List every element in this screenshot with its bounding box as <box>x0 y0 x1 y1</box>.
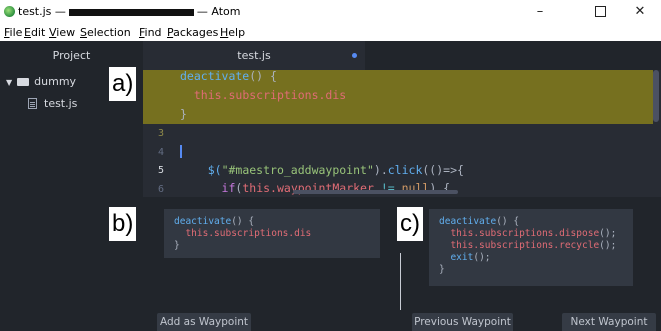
window-title: test.js — — Atom <box>18 5 241 18</box>
menu-help[interactable]: Help <box>220 26 245 39</box>
token: (()=>{ <box>422 163 464 177</box>
title-bar: test.js — — Atom – ✕ <box>0 0 661 24</box>
modified-dot-icon <box>352 53 357 58</box>
menu-bar: File Edit View Selection Find Packages H… <box>0 24 661 41</box>
folder-label: dummy <box>34 75 77 88</box>
horizontal-scrollbar[interactable] <box>293 190 458 194</box>
tab-bar: test.js <box>143 41 661 70</box>
title-file: test.js — <box>18 5 66 18</box>
file-label: test.js <box>44 97 78 110</box>
token: deactivate <box>174 216 232 227</box>
title-app: — Atom <box>196 5 241 18</box>
token: .subscriptions.dis <box>221 88 347 102</box>
suggested-code-preview: deactivate() { this.subscriptions.dispos… <box>429 209 633 286</box>
menu-file[interactable]: File <box>4 26 22 39</box>
menu-packages[interactable]: Packages <box>167 26 218 39</box>
token: (); <box>599 240 617 251</box>
token: () { <box>231 216 255 227</box>
token: click <box>387 163 423 177</box>
code-editor[interactable]: 1 deactivate() { 2 this.subscriptions.di… <box>143 70 661 197</box>
token: this <box>193 88 222 102</box>
text-cursor <box>180 145 182 158</box>
code-line-7[interactable]: 7 if(this.waypointMarker != null) { <box>143 179 653 197</box>
token: this.subscriptions.dis <box>185 228 312 239</box>
code-line-2[interactable]: 2 this.subscriptions.dis <box>143 86 653 120</box>
current-code-preview: deactivate() { this.subscriptions.dis } <box>164 209 380 258</box>
menu-edit[interactable]: Edit <box>24 26 45 39</box>
token: deactivate <box>180 70 250 83</box>
add-waypoint-button[interactable]: Add as Waypoint <box>157 313 251 331</box>
token: ). <box>373 163 388 177</box>
annotation-label-b: b) <box>109 207 137 241</box>
token: (); <box>599 228 617 239</box>
maximize-icon <box>594 6 606 17</box>
code-line-6[interactable]: 6 $("#maestro_addwaypoint").click(()=>{ <box>143 161 653 195</box>
folder-icon <box>17 78 30 86</box>
token: } <box>174 240 180 251</box>
file-icon <box>28 98 37 109</box>
divider-line <box>400 253 401 310</box>
token: $( <box>207 163 222 177</box>
minimize-button[interactable]: – <box>520 2 560 22</box>
annotation-label-c: c) <box>397 207 423 241</box>
token: exit <box>450 252 474 263</box>
menu-find[interactable]: Find <box>139 26 162 39</box>
token: this.subscriptions.dispose <box>450 228 600 239</box>
tree-header[interactable]: Project <box>0 41 143 70</box>
token: } <box>439 264 445 275</box>
token: () { <box>496 216 520 227</box>
redacted-path <box>68 8 194 16</box>
token: if <box>221 181 236 195</box>
token: } <box>180 107 187 121</box>
previous-waypoint-button[interactable]: Previous Waypoint <box>412 313 513 331</box>
token: this.subscriptions.recycle <box>450 240 600 251</box>
token: this <box>242 181 271 195</box>
token: (); <box>473 252 491 263</box>
tab-label: test.js <box>237 49 271 62</box>
tree-folder-dummy[interactable]: ▼ dummy <box>6 75 76 88</box>
code-line-5[interactable]: 5 <box>143 142 653 176</box>
maximize-button[interactable] <box>580 2 620 22</box>
annotation-label-a: a) <box>109 67 137 101</box>
code-line-1[interactable]: 1 deactivate() { <box>143 70 653 101</box>
token: "#maestro_addwaypoint" <box>221 163 374 177</box>
code-line-4[interactable]: 4 <box>143 124 653 158</box>
tab-testjs[interactable]: test.js <box>143 41 365 70</box>
code-line-3[interactable]: 3 } <box>143 105 653 139</box>
atom-app-icon <box>4 6 15 17</box>
tree-file-testjs[interactable]: test.js <box>28 97 77 110</box>
vertical-scrollbar[interactable] <box>653 70 659 122</box>
chevron-down-icon: ▼ <box>6 78 13 87</box>
token: deactivate <box>439 216 497 227</box>
next-waypoint-button[interactable]: Next Waypoint <box>562 313 656 331</box>
close-button[interactable]: ✕ <box>620 2 660 22</box>
menu-view[interactable]: View <box>49 26 75 39</box>
token: () { <box>249 70 277 83</box>
menu-selection[interactable]: Selection <box>80 26 131 39</box>
